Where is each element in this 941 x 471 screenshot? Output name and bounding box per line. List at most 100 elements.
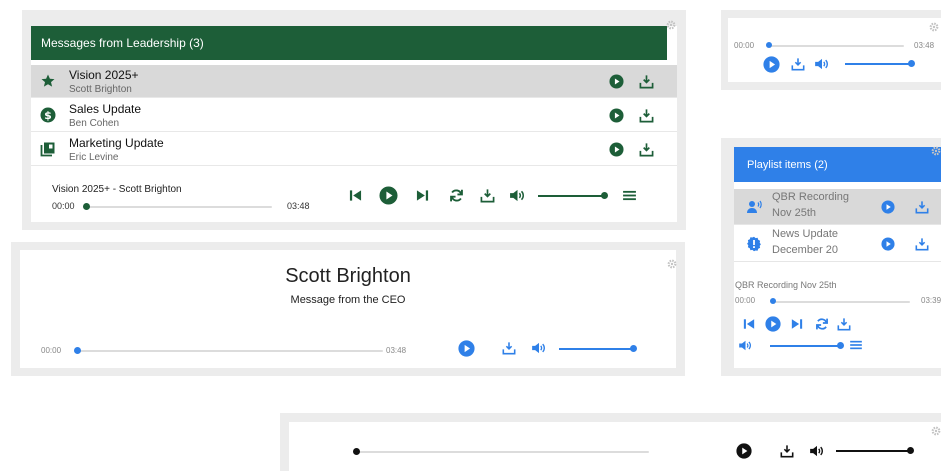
volume-handle[interactable] xyxy=(907,447,914,454)
playlist-header: Playlist items (2) xyxy=(734,147,941,182)
feature-panel: Scott Brighton Message from the CEO 00:0… xyxy=(11,242,685,376)
download-icon[interactable] xyxy=(780,444,794,458)
leadership-header-title: Messages from Leadership (3) xyxy=(41,36,204,50)
volume-handle[interactable] xyxy=(837,342,844,349)
volume-icon[interactable] xyxy=(509,189,526,202)
progress-track[interactable] xyxy=(770,301,910,303)
list-item[interactable]: QBR Recording Nov 25th xyxy=(734,189,941,225)
play-icon[interactable] xyxy=(765,316,781,332)
leadership-panel: Messages from Leadership (3) Vision 2025… xyxy=(22,10,686,230)
play-icon[interactable] xyxy=(736,443,752,459)
gear-icon[interactable] xyxy=(667,259,677,269)
download-icon[interactable] xyxy=(791,57,805,71)
time-total: 03:48 xyxy=(287,201,310,211)
download-icon[interactable] xyxy=(915,237,929,251)
bottom-player-card xyxy=(289,422,941,471)
progress-handle[interactable] xyxy=(766,42,772,48)
time-current: 00:00 xyxy=(52,201,75,211)
badge-icon xyxy=(747,236,761,252)
volume-icon[interactable] xyxy=(809,445,825,457)
progress-handle[interactable] xyxy=(353,448,360,455)
volume-handle[interactable] xyxy=(908,60,915,67)
volume-track[interactable] xyxy=(770,345,838,347)
list-item[interactable]: News Update December 20 xyxy=(734,226,941,262)
playlist-card: Playlist items (2) QBR Recording Nov 25t… xyxy=(734,147,941,368)
volume-icon[interactable] xyxy=(738,340,753,351)
progress-handle[interactable] xyxy=(74,347,81,354)
previous-icon[interactable] xyxy=(743,318,755,330)
gear-icon[interactable] xyxy=(931,146,941,156)
time-total: 03:48 xyxy=(386,346,407,355)
volume-track[interactable] xyxy=(559,348,631,350)
play-icon[interactable] xyxy=(379,186,398,205)
svg-text:$: $ xyxy=(44,109,52,122)
item-title: Marketing Update xyxy=(69,136,164,150)
download-icon[interactable] xyxy=(480,188,495,203)
progress-handle[interactable] xyxy=(83,203,90,210)
now-playing-label: Vision 2025+ - Scott Brighton xyxy=(52,184,182,195)
speaker-person-icon xyxy=(747,200,762,213)
play-icon[interactable] xyxy=(763,56,780,73)
time-current: 00:00 xyxy=(735,296,756,305)
list-item[interactable]: Vision 2025+ Scott Brighton xyxy=(31,65,677,98)
item-title: Vision 2025+ xyxy=(69,68,139,82)
play-icon[interactable] xyxy=(881,200,895,214)
list-item[interactable]: Marketing Update Eric Levine xyxy=(31,133,677,166)
item-title: Sales Update xyxy=(69,102,142,116)
progress-track[interactable] xyxy=(355,451,649,453)
play-icon[interactable] xyxy=(609,142,624,157)
volume-track[interactable] xyxy=(538,195,602,197)
gear-icon[interactable] xyxy=(929,22,939,32)
volume-handle[interactable] xyxy=(601,192,608,199)
volume-icon[interactable] xyxy=(814,58,830,70)
progress-track[interactable] xyxy=(83,206,272,208)
item-date: Nov 25th xyxy=(772,207,817,219)
mini-player-card: 00:00 03:48 xyxy=(728,18,941,82)
time-total: 03:48 xyxy=(914,41,935,50)
volume-handle[interactable] xyxy=(630,345,637,352)
repeat-icon[interactable] xyxy=(449,188,464,203)
progress-track[interactable] xyxy=(766,45,904,47)
feature-name: Scott Brighton xyxy=(285,265,411,287)
download-icon[interactable] xyxy=(837,317,851,331)
progress-track[interactable] xyxy=(74,350,383,352)
volume-track[interactable] xyxy=(845,63,909,65)
time-total: 03:39 xyxy=(921,296,941,305)
gear-icon[interactable] xyxy=(666,20,676,30)
playlist-icon[interactable] xyxy=(850,340,862,350)
play-icon[interactable] xyxy=(609,108,624,123)
next-icon[interactable] xyxy=(416,189,429,202)
gear-icon[interactable] xyxy=(931,426,941,436)
bottom-player-panel xyxy=(280,413,941,471)
item-date: December 20 xyxy=(772,244,839,256)
download-icon[interactable] xyxy=(639,142,654,157)
play-icon[interactable] xyxy=(458,340,475,357)
playlist-icon[interactable] xyxy=(623,190,636,201)
now-playing-label: QBR Recording Nov 25th xyxy=(735,280,837,290)
previous-icon[interactable] xyxy=(349,189,362,202)
dollar-icon: $ xyxy=(40,107,56,123)
time-current: 00:00 xyxy=(41,346,62,355)
item-title: QBR Recording xyxy=(772,191,850,203)
leadership-card: Messages from Leadership (3) Vision 2025… xyxy=(31,26,677,222)
download-icon[interactable] xyxy=(502,341,516,355)
item-author: Scott Brighton xyxy=(69,84,132,95)
volume-icon[interactable] xyxy=(531,342,547,354)
time-current: 00:00 xyxy=(734,41,755,50)
item-author: Ben Cohen xyxy=(69,118,120,129)
repeat-icon[interactable] xyxy=(815,317,829,331)
volume-track[interactable] xyxy=(836,450,908,452)
feature-subtitle: Message from the CEO xyxy=(290,294,406,306)
play-icon[interactable] xyxy=(609,74,624,89)
progress-handle[interactable] xyxy=(770,298,776,304)
mini-player-panel: 00:00 03:48 xyxy=(721,10,941,90)
next-icon[interactable] xyxy=(791,318,803,330)
download-icon[interactable] xyxy=(915,200,929,214)
download-icon[interactable] xyxy=(639,74,654,89)
leadership-header: Messages from Leadership (3) xyxy=(31,26,667,60)
play-icon[interactable] xyxy=(881,237,895,251)
list-item[interactable]: $ Sales Update Ben Cohen xyxy=(31,99,677,132)
download-icon[interactable] xyxy=(639,108,654,123)
item-title: News Update xyxy=(772,228,839,240)
star-icon xyxy=(41,74,55,87)
